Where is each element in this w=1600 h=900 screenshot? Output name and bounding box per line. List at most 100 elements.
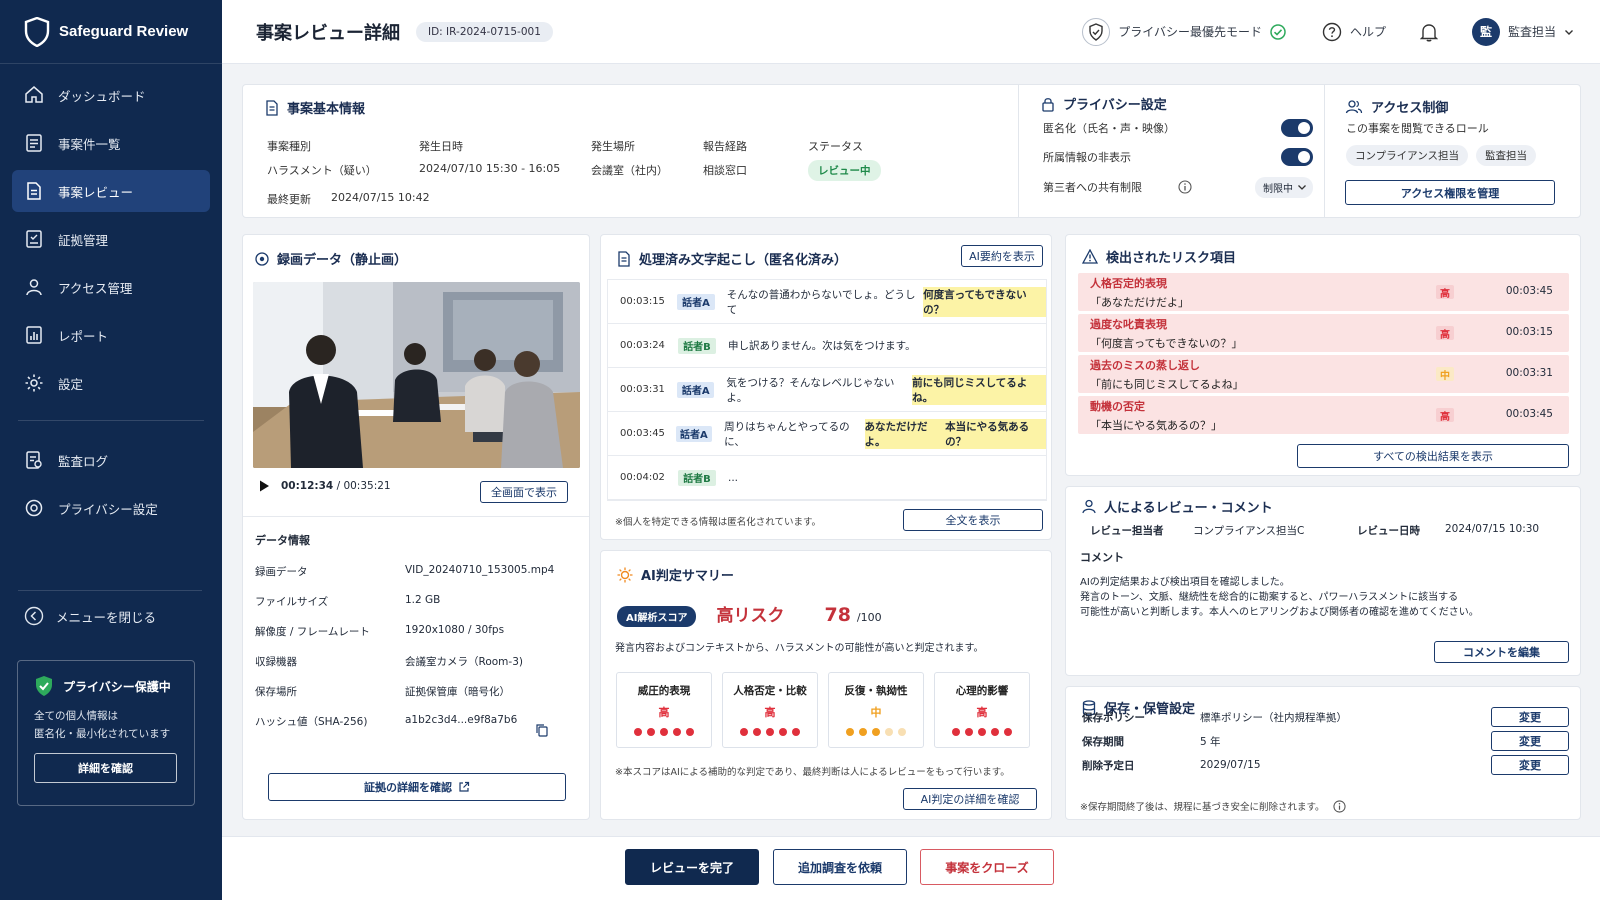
ai-summary-desc: 発言内容およびコンテキストから、ハラスメントの可能性が高いと判定されます。 [615,643,984,654]
sidebar-item[interactable]: ダッシュボード [12,74,210,116]
score-dot [792,728,800,736]
anonymize-label: 匿名化（氏名・声・映像） [1043,122,1175,135]
ai-metric-card: 威圧的表現高 [616,672,712,748]
edit-comment-button[interactable]: コメントを編集 [1434,641,1569,663]
external-link-icon [458,781,470,793]
transcript-note: ※個人を特定できる情報は匿名化されています。 [615,517,822,528]
transcript-row[interactable]: 00:04:02 話者B... [608,456,1046,500]
risk-item[interactable]: 過度な叱責表現 「何度言ってもできないの？」 高 00:03:15 [1078,314,1569,352]
all-results-button[interactable]: すべての検出結果を表示 [1297,444,1569,468]
transcript-list[interactable]: 00:03:15 話者A そんなの普通わからないでしょ。どうして 何度言ってもできない… [607,279,1047,501]
metric-label: 心理的影響 [955,685,1009,697]
manage-access-button[interactable]: アクセス権限を管理 [1345,180,1555,205]
info-field-value: 会議室（社内） [591,164,668,177]
transcript-row[interactable]: 00:03:15 話者A そんなの普通わからないでしょ。どうして 何度言ってもできない… [608,280,1046,324]
bell-icon [1419,22,1438,42]
transcript-panel: 処理済み文字起こし（匿名化済み） AI要約を表示 00:03:15 話者A そんなの… [600,234,1052,540]
updated-row: 最終更新 2024/07/15 10:42 [267,191,430,207]
collapse-label: メニューを閉じる [56,609,157,625]
risk-title: 検出されたリスク項目 [1106,251,1237,266]
hide-affiliation-toggle[interactable] [1281,148,1313,166]
time-current: 00:12:34 [281,480,334,492]
anonymize-toggle[interactable] [1281,119,1313,137]
complete-review-button[interactable]: レビューを完了 [625,849,759,885]
transcript-row[interactable]: 00:03:31 話者A 気をつける？そんなレベルじゃないよ。 前にも同じミスしてるよ… [608,368,1046,412]
sidebar-item[interactable]: 事案件一覧 [12,122,210,164]
sidebar-item[interactable]: 設定 [12,362,210,404]
risk-item[interactable]: 過去のミスの蒸し返し 「前にも同じミスしてるよね」 中 00:03:31 [1078,355,1569,393]
evidence-detail-button[interactable]: 証拠の詳細を確認 [268,773,566,801]
third-party-value: 制限中 [1263,183,1293,195]
basic-info-title: 事案基本情報 [287,102,366,117]
speaker-tag: 話者A [677,293,715,310]
list-icon [24,133,44,153]
brand[interactable]: Safeguard Review [0,0,222,64]
ai-detail-button[interactable]: AI判定の詳細を確認 [903,788,1037,810]
third-party-select[interactable]: 制限中 [1255,176,1313,198]
retention-row: 保存期間 5 年 変更 [1082,730,1569,752]
score-dot [686,728,694,736]
full-transcript-button[interactable]: 全文を表示 [903,509,1043,531]
warning-icon [1082,249,1098,264]
video-title-row: 録画データ（静止画） [255,249,407,268]
video-still-image[interactable] [253,282,580,468]
risk-item[interactable]: 動機の否定 「本当にやる気あるの？」 高 00:03:45 [1078,396,1569,434]
ai-score-max: /100 [856,611,882,624]
transcript-row[interactable]: 00:03:24 話者B 申し訳ありません。次は気をつけます。 [608,324,1046,368]
retention-value: 5 年 [1200,735,1221,748]
sidebar-item[interactable]: アクセス管理 [12,266,210,308]
help-link[interactable]: ヘルプ [1322,22,1386,42]
score-dot [647,728,655,736]
sidebar-item-label: 監査ログ [58,453,109,469]
retention-note-row: ※保存期間終了後は、規程に基づき安全に削除されます。 [1080,799,1346,813]
video-title: 録画データ（静止画） [277,253,408,268]
play-icon[interactable] [257,479,271,493]
info-field: 発生日時 2024/07/10 15:30 - 16:05 [419,138,560,175]
hide-affiliation-row: 所属情報の非表示 [1043,148,1313,166]
risk-time: 00:03:15 [1505,326,1553,338]
sidebar-item[interactable]: 事案レビュー [12,170,210,212]
avatar: 監 [1471,17,1500,46]
sidebar-item[interactable]: 証拠管理 [12,218,210,260]
change-button[interactable]: 変更 [1491,755,1569,775]
transcript-text: そんなの普通わからないでしょ。どうして [726,288,916,316]
info-icon[interactable] [1332,799,1346,813]
request-investigation-button[interactable]: 追加調査を依頼 [773,849,907,885]
privacy-mode-indicator[interactable]: プライバシー最優先モード [1082,17,1286,46]
collapse-menu-button[interactable]: メニューを閉じる [12,598,210,634]
comment-line: 発言のトーン、文脈、継続性を総合的に勘案すると、パワーハラスメントに該当する [1080,592,1459,603]
sidebar-item[interactable]: レポート [12,314,210,356]
privacy-detail-button[interactable]: 詳細を確認 [34,753,177,783]
evidence-icon [24,229,44,249]
sidebar-item-label: アクセス管理 [58,280,133,296]
sidebar-item[interactable]: プライバシー設定 [12,487,210,529]
risk-level-badge: 高 [1436,326,1454,341]
risk-item[interactable]: 人格否定的表現 「あなただけだよ」 高 00:03:45 [1078,273,1569,311]
ai-summary-button[interactable]: AI要約を表示 [961,245,1043,267]
notification-button[interactable] [1419,22,1438,42]
copy-icon[interactable] [535,723,549,737]
fullscreen-button[interactable]: 全画面で表示 [480,481,568,503]
info-icon[interactable] [1178,180,1192,194]
close-case-button[interactable]: 事案をクローズ [920,849,1054,885]
info-field-value: ハラスメント（疑い） [267,164,377,177]
help-label: ヘルプ [1349,25,1386,39]
transcript-text: 申し訳ありません。次は気をつけます。 [728,340,916,352]
sidebar-item[interactable]: 監査ログ [12,439,210,481]
metric-dots [723,728,817,736]
transcript-row[interactable]: 00:03:45 話者A 周りはちゃんとやってるのに、 あなただけだよ。 本当にやる気あ… [608,412,1046,456]
change-button[interactable]: 変更 [1491,731,1569,751]
audit-log-icon [24,450,44,470]
user-menu[interactable]: 監 監査担当 [1471,17,1574,46]
change-button[interactable]: 変更 [1491,707,1569,727]
case-id-badge: ID: IR-2024-0715-001 [416,21,553,42]
ai-summary-panel: AI判定サマリー AI解析スコア 高リスク 78 /100 発言内容およびコンテ… [600,550,1052,820]
ai-metric-card: 反復・執拗性中 [828,672,924,748]
sidebar-item-label: レポート [58,328,109,344]
ai-spark-icon [617,567,633,583]
collapse-divider [18,590,202,591]
privacy-mode-label: プライバシー最優先モード [1118,25,1262,39]
privacy-box-desc-1: 全ての個人情報は [34,710,118,722]
privacy-box-desc-2: 匿名化・最小化されています [34,728,171,740]
gear-icon [24,373,44,393]
